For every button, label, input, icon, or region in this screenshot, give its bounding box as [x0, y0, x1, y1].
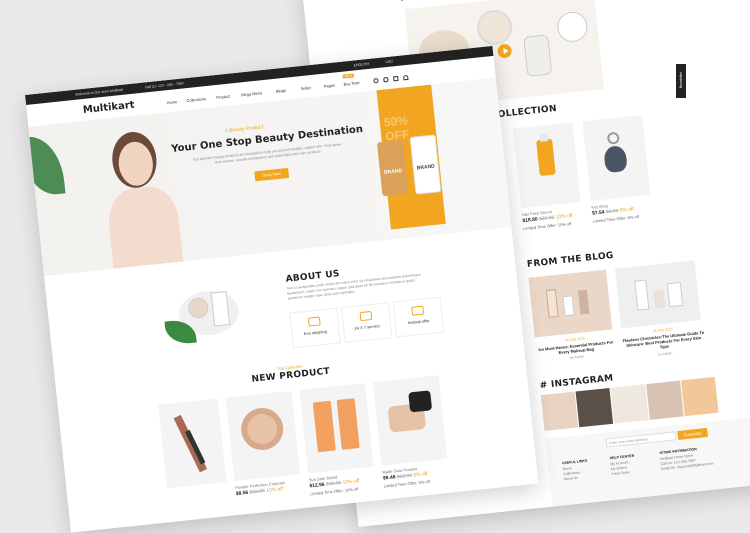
footer-link[interactable]: Track Order [611, 470, 630, 476]
headset-icon [359, 310, 373, 322]
product-card[interactable] [582, 115, 651, 201]
bottle-brand-label: BRAND [383, 168, 403, 176]
search-icon[interactable] [373, 77, 379, 84]
phone-text: Call Us: 123 - 456 - 7890 [144, 81, 184, 90]
about-image [164, 273, 252, 351]
cart-icon[interactable] [393, 75, 399, 82]
bottle-brand-label: BRAND [416, 163, 436, 172]
blog-image[interactable] [528, 269, 613, 338]
currency-select[interactable]: USD [385, 59, 393, 64]
product-card[interactable] [372, 375, 448, 466]
shop-now-button[interactable]: Shop Now [254, 167, 290, 182]
user-icon[interactable] [403, 74, 409, 81]
product-card[interactable] [225, 390, 301, 482]
nav-item[interactable]: Collections [186, 96, 206, 103]
newsletter-side-tab-label: Newsletter [679, 71, 683, 89]
blog-title: FROM THE BLOG [526, 250, 615, 270]
leaf-decoration [28, 133, 66, 198]
logo-text: Multikart [82, 99, 136, 116]
welcome-text: Welcome to Our store Multikart [75, 87, 124, 97]
nav-item[interactable]: Home [166, 99, 177, 105]
feature-service: 24 X 7 service [340, 302, 393, 343]
nav-item[interactable]: Seller [301, 85, 312, 91]
product-bottle: BRAND [376, 139, 409, 197]
language-select[interactable]: ENGLISH [354, 62, 370, 68]
new-badge: NEW [342, 73, 354, 79]
play-icon [503, 47, 509, 55]
logo[interactable]: Multikart [82, 100, 135, 116]
nav-item[interactable]: Pages [323, 83, 335, 89]
heart-icon[interactable] [383, 76, 389, 83]
footer-link[interactable]: About Us [563, 476, 578, 481]
gift-icon [411, 305, 425, 316]
product-card[interactable] [299, 383, 374, 474]
nav-item[interactable]: Blogs [276, 88, 286, 94]
product-card[interactable] [512, 122, 581, 209]
newsletter-input[interactable]: Enter your email address [605, 431, 677, 448]
feature-free-shipping: free shipping [289, 307, 341, 349]
feature-label: festival offer [407, 317, 430, 326]
feature-label: free shipping [303, 328, 328, 337]
help-center-heading: HELP CENTER [609, 453, 635, 461]
feature-festival-offer: festival offer [392, 296, 445, 338]
product-card[interactable] [158, 398, 227, 489]
subscribe-button[interactable]: Subscribe [677, 427, 709, 441]
hero-tag: # Beauty Product [224, 124, 264, 135]
useful-links-heading: USEFUL LINKS [561, 458, 588, 466]
blog-image[interactable] [614, 260, 701, 329]
feature-label: 24 X 7 service [354, 323, 380, 331]
footer: Enter your email address Subscribe USEFU… [545, 413, 750, 519]
new-product-subtitle: Top Collection [277, 363, 303, 372]
front-page: Welcome to Our store Multikart Call Us: … [25, 45, 539, 533]
nav-item[interactable]: Buy Now [343, 80, 359, 87]
truck-icon [307, 316, 321, 327]
nav-item[interactable]: Mega Menu [241, 90, 263, 97]
newsletter-side-tab[interactable]: Newsletter [676, 64, 686, 98]
nav-item[interactable]: Product [216, 94, 230, 100]
